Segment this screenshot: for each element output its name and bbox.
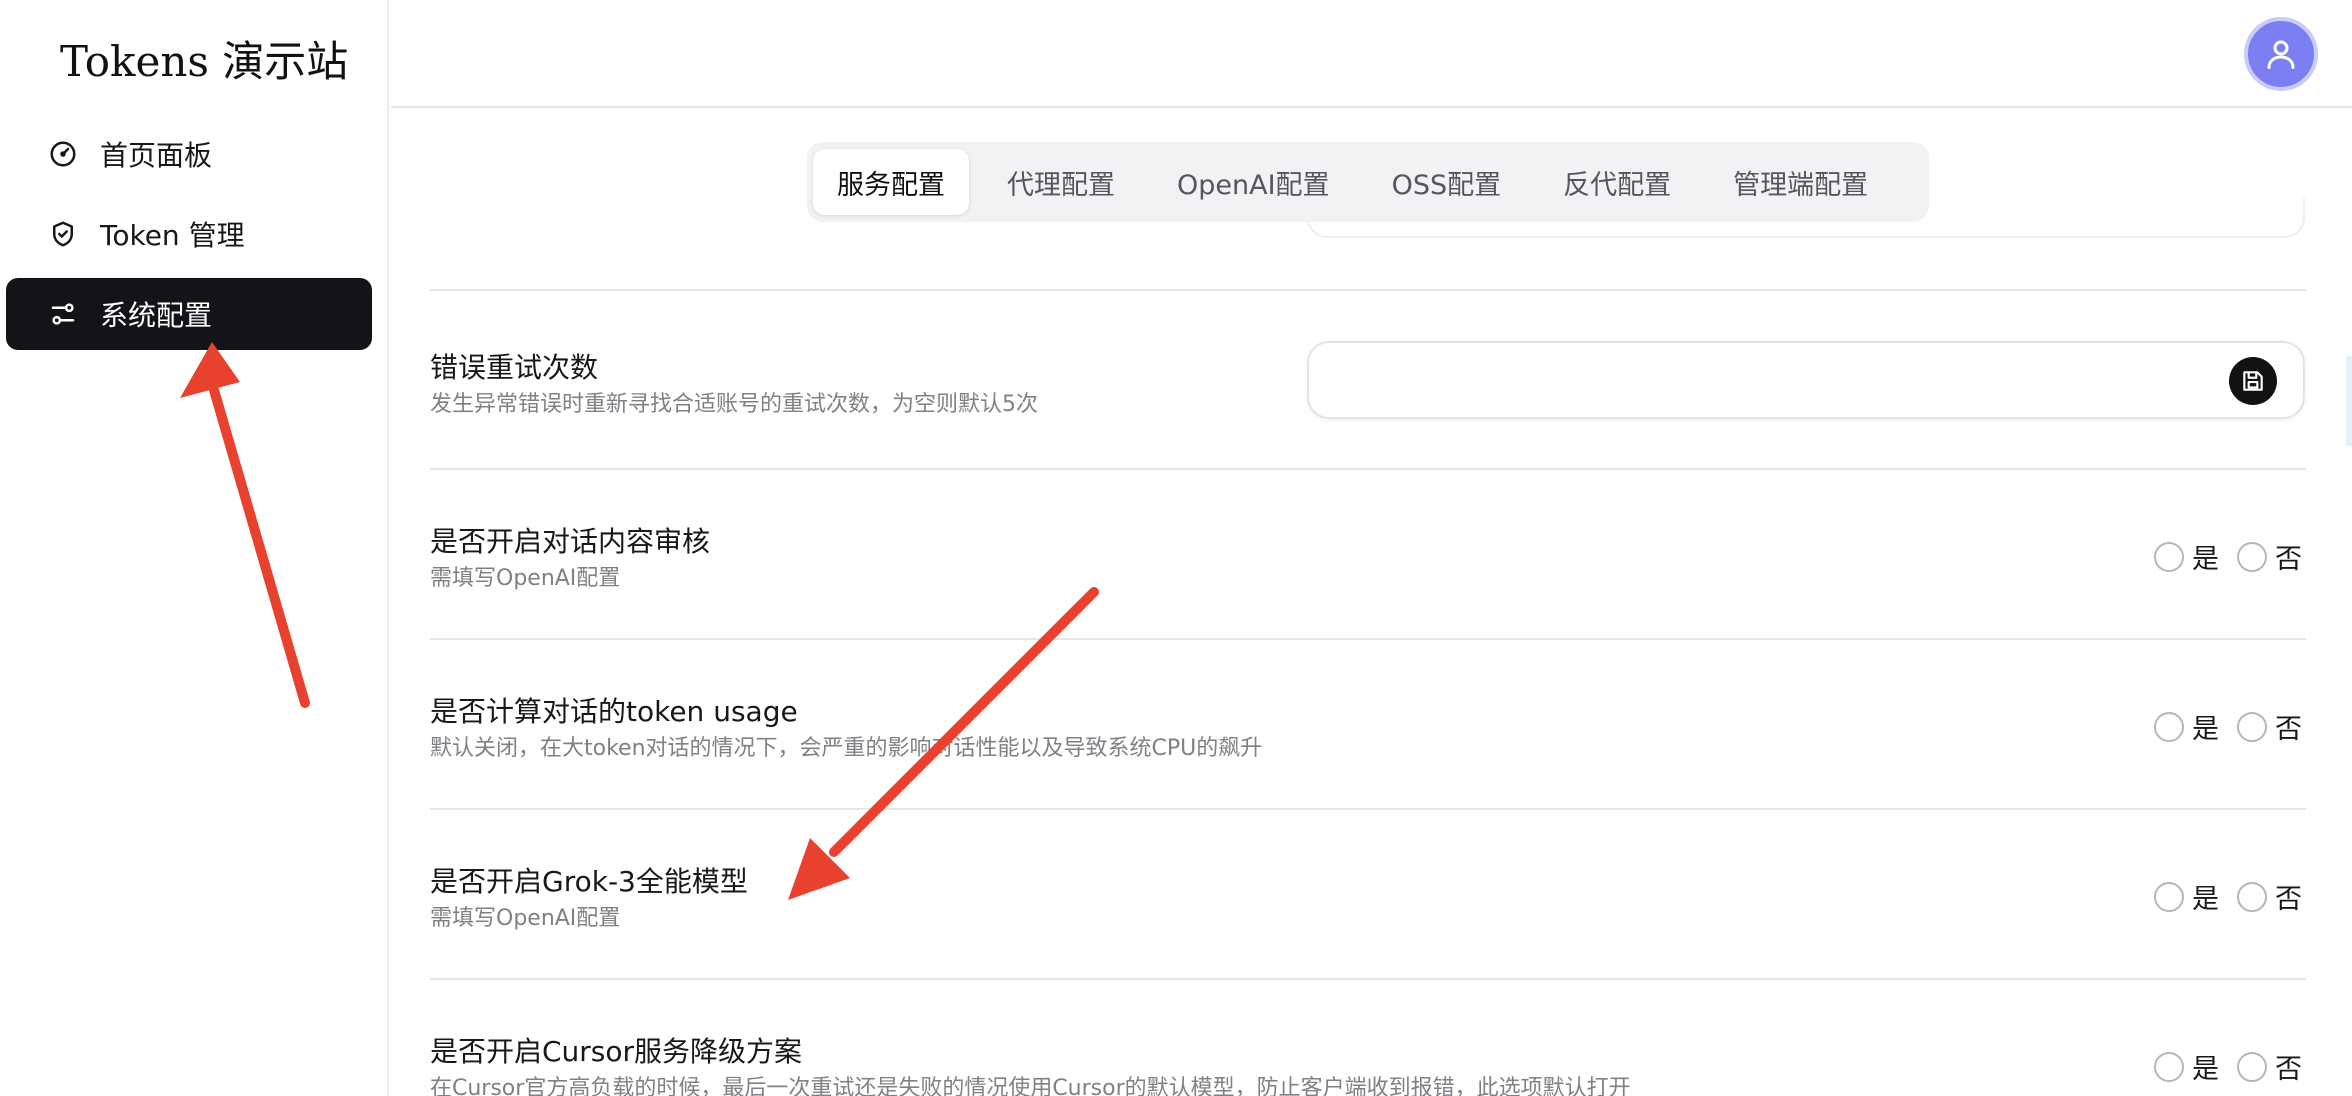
tab-reverse-proxy-config[interactable]: 反代配置 [1539, 149, 1695, 215]
tab-proxy-config[interactable]: 代理配置 [983, 149, 1139, 215]
tab-admin-config[interactable]: 管理端配置 [1709, 149, 1892, 215]
tab-service-config[interactable]: 服务配置 [813, 149, 969, 215]
arrow-to-grok-setting-icon [788, 587, 1099, 900]
config-tabs: 服务配置 代理配置 OpenAI配置 OSS配置 反代配置 管理端配置 [807, 142, 1929, 222]
tab-oss-config[interactable]: OSS配置 [1368, 149, 1526, 215]
arrow-to-system-config-icon [180, 342, 310, 708]
tab-openai-config[interactable]: OpenAI配置 [1153, 149, 1354, 215]
